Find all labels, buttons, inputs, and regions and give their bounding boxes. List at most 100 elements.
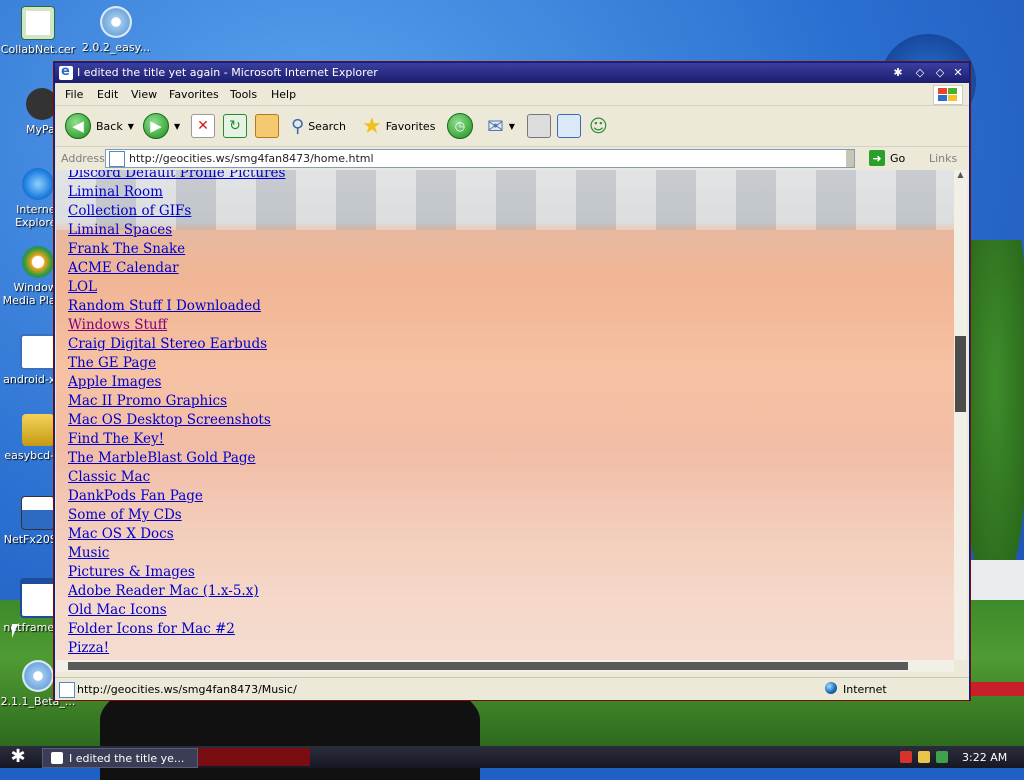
page-link[interactable]: The GE Page bbox=[68, 355, 156, 371]
menu-tools[interactable]: Tools bbox=[230, 88, 257, 101]
horizontal-scroll-thumb[interactable] bbox=[68, 662, 908, 670]
address-dropdown-button[interactable] bbox=[846, 150, 854, 167]
page-link[interactable]: Old Mac Icons bbox=[68, 602, 167, 618]
clock[interactable]: 3:22 AM bbox=[962, 751, 1007, 764]
page-link[interactable]: Collection of GIFs bbox=[68, 203, 191, 219]
page-link[interactable]: Windows Stuff bbox=[68, 317, 167, 333]
scroll-up-arrow-icon[interactable]: ▲ bbox=[954, 170, 967, 180]
close-button[interactable]: ✕ bbox=[951, 66, 965, 80]
page-link[interactable]: Apple Images bbox=[68, 374, 161, 390]
menu-help[interactable]: Help bbox=[271, 88, 296, 101]
list-item: Mac OS Desktop Screenshots bbox=[68, 411, 285, 430]
page-link[interactable]: Frank The Snake bbox=[68, 241, 185, 257]
link-list: Discord Default Profile Pictures Liminal … bbox=[68, 170, 285, 658]
page-content: Discord Default Profile Pictures Liminal … bbox=[56, 170, 954, 660]
forward-button[interactable]: ▶ ▼ bbox=[143, 113, 180, 139]
list-item: Adobe Reader Mac (1.x-5.x) bbox=[68, 582, 285, 601]
mail-button[interactable]: ✉ ▼ bbox=[487, 113, 515, 139]
print-button[interactable] bbox=[527, 113, 551, 139]
page-link[interactable]: Mac II Promo Graphics bbox=[68, 393, 227, 409]
page-link[interactable]: DankPods Fan Page bbox=[68, 488, 203, 504]
menu-edit[interactable]: Edit bbox=[97, 88, 118, 101]
page-link[interactable]: Classic Mac bbox=[68, 469, 150, 485]
security-alert-icon[interactable] bbox=[918, 751, 930, 763]
page-link[interactable]: Pizza! bbox=[68, 640, 109, 656]
page-link[interactable]: The MarbleBlast Gold Page bbox=[68, 450, 256, 466]
page-link[interactable]: Mac OS X Docs bbox=[68, 526, 174, 542]
status-text: http://geocities.ws/smg4fan8473/Music/ bbox=[77, 683, 297, 696]
forward-arrow-icon: ▶ bbox=[143, 113, 169, 139]
page-link[interactable]: Some of My CDs bbox=[68, 507, 182, 523]
desktop-icon-collabnet[interactable]: CollabNet.cer bbox=[0, 6, 78, 56]
list-item: Windows Stuff bbox=[68, 316, 285, 335]
page-link[interactable]: Mac OS Desktop Screenshots bbox=[68, 412, 271, 428]
list-item: Mac II Promo Graphics bbox=[68, 392, 285, 411]
list-item: DankPods Fan Page bbox=[68, 487, 285, 506]
page-icon bbox=[59, 682, 75, 698]
search-button[interactable]: ⚲ Search bbox=[291, 113, 346, 139]
wallpaper-house bbox=[966, 560, 1024, 600]
home-button[interactable] bbox=[255, 113, 279, 139]
page-link[interactable]: Liminal Room bbox=[68, 184, 163, 200]
refresh-button[interactable]: ↻ bbox=[223, 113, 247, 139]
messenger-button[interactable]: ☺ bbox=[589, 113, 608, 139]
go-button[interactable]: ➜ Go bbox=[869, 150, 905, 166]
stop-button[interactable]: ✕ bbox=[191, 113, 215, 139]
page-link[interactable]: Find The Key! bbox=[68, 431, 164, 447]
network-icon[interactable] bbox=[936, 751, 948, 763]
vertical-scroll-thumb[interactable] bbox=[955, 336, 966, 412]
page-link[interactable]: ACME Calendar bbox=[68, 260, 179, 276]
internet-explorer-window: I edited the title yet again - Microsoft… bbox=[54, 62, 970, 700]
edit-button[interactable] bbox=[557, 113, 581, 139]
page-link[interactable]: Pictures & Images bbox=[68, 564, 195, 580]
page-link[interactable]: Discord Default Profile Pictures bbox=[68, 170, 285, 181]
page-icon bbox=[109, 150, 125, 167]
list-item: Music bbox=[68, 544, 285, 563]
menu-file[interactable]: File bbox=[65, 88, 83, 101]
address-bar: Address http://geocities.ws/smg4fan8473/… bbox=[55, 147, 969, 169]
menu-bar: File Edit View Favorites Tools Help bbox=[55, 83, 969, 106]
maximize-button[interactable]: ◇ bbox=[933, 66, 947, 80]
vertical-scrollbar[interactable]: ▲ bbox=[954, 170, 967, 660]
page-link[interactable]: Craig Digital Stereo Earbuds bbox=[68, 336, 267, 352]
list-item: ACME Calendar bbox=[68, 259, 285, 278]
mouse-cursor bbox=[12, 624, 18, 638]
desktop-icon-easy-installer[interactable]: 2.0.2_easy... bbox=[76, 6, 156, 54]
address-input[interactable]: http://geocities.ws/smg4fan8473/home.htm… bbox=[105, 149, 855, 168]
favorites-button[interactable]: ★ Favorites bbox=[362, 113, 435, 139]
list-item: Mac OS X Docs bbox=[68, 525, 285, 544]
minimize-button[interactable]: ◇ bbox=[913, 66, 927, 80]
list-item: Pictures & Images bbox=[68, 563, 285, 582]
page-link[interactable]: Folder Icons for Mac #2 bbox=[68, 621, 235, 637]
menu-favorites[interactable]: Favorites bbox=[169, 88, 219, 101]
star-icon[interactable]: ✱ bbox=[891, 66, 905, 80]
taskbar-highlight bbox=[198, 748, 310, 766]
setup-program-icon bbox=[21, 496, 55, 530]
window-title: I edited the title yet again - Microsoft… bbox=[77, 66, 378, 79]
page-link[interactable]: LOL bbox=[68, 279, 97, 295]
home-icon bbox=[255, 114, 279, 138]
shield-icon[interactable] bbox=[900, 751, 912, 763]
dropdown-arrow-icon: ▼ bbox=[127, 121, 134, 131]
window-titlebar[interactable]: I edited the title yet again - Microsoft… bbox=[55, 63, 969, 83]
history-button[interactable]: ◷ bbox=[447, 113, 473, 139]
windows-logo-icon bbox=[933, 85, 963, 105]
page-link[interactable]: Liminal Spaces bbox=[68, 222, 172, 238]
list-item: LOL bbox=[68, 278, 285, 297]
refresh-icon: ↻ bbox=[223, 114, 247, 138]
page-link[interactable]: Music bbox=[68, 545, 109, 561]
menu-view[interactable]: View bbox=[131, 88, 157, 101]
back-label: Back bbox=[96, 119, 123, 133]
list-item: Random Stuff I Downloaded bbox=[68, 297, 285, 316]
taskbar-button-ie[interactable]: I edited the title ye... bbox=[42, 748, 198, 768]
page-link[interactable]: Adobe Reader Mac (1.x-5.x) bbox=[68, 583, 259, 599]
back-button[interactable]: ◀ Back ▼ bbox=[65, 113, 134, 139]
links-toolbar[interactable]: Links bbox=[929, 152, 957, 165]
horizontal-scrollbar[interactable] bbox=[56, 660, 954, 672]
page-link[interactable]: Random Stuff I Downloaded bbox=[68, 298, 261, 314]
list-item: Some of My CDs bbox=[68, 506, 285, 525]
dropdown-arrow-icon: ▼ bbox=[508, 121, 515, 131]
status-bar: http://geocities.ws/smg4fan8473/Music/ I… bbox=[55, 677, 969, 700]
start-button[interactable]: ✱ bbox=[4, 747, 32, 767]
list-item: Collection of GIFs bbox=[68, 202, 285, 221]
